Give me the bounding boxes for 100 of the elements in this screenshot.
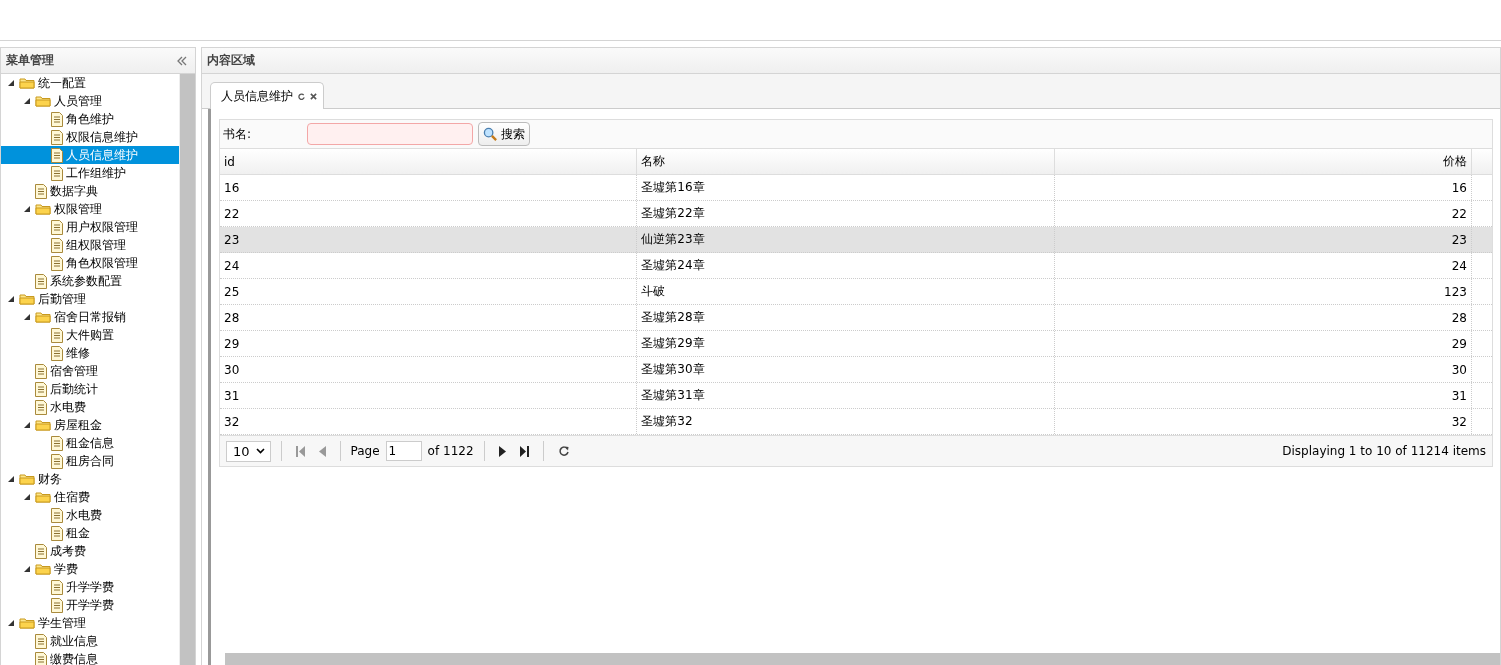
tree-item[interactable]: 宿舍日常报销 xyxy=(1,308,179,326)
tree-item[interactable]: 租金信息 xyxy=(1,434,179,452)
document-icon xyxy=(35,633,47,649)
last-page-icon[interactable] xyxy=(519,445,529,457)
tree-item[interactable]: 住宿费 xyxy=(1,488,179,506)
tree-label: 开学学费 xyxy=(66,596,114,614)
scrollbar[interactable] xyxy=(225,653,1500,665)
folder-icon xyxy=(19,472,35,486)
column-header[interactable]: id xyxy=(220,149,638,174)
folder-icon xyxy=(35,202,51,216)
table-row[interactable]: 16 圣墟第16章 16 xyxy=(220,175,1492,201)
table-row[interactable]: 23 仙逆第23章 23 xyxy=(220,227,1492,253)
tree-item[interactable]: 后勤统计 xyxy=(1,380,179,398)
tree-item[interactable]: 角色维护 xyxy=(1,110,179,128)
expand-arrow-icon[interactable] xyxy=(7,295,15,303)
expand-arrow-icon[interactable] xyxy=(7,619,15,627)
expand-arrow-icon[interactable] xyxy=(23,421,31,429)
tree-item[interactable]: 工作组维护 xyxy=(1,164,179,182)
tree-item[interactable]: 学费 xyxy=(1,560,179,578)
tree-item[interactable]: 租金 xyxy=(1,524,179,542)
page-count: of 1122 xyxy=(427,444,474,458)
tree-label: 权限管理 xyxy=(54,200,102,218)
next-page-icon[interactable] xyxy=(498,445,506,457)
expand-arrow-icon[interactable] xyxy=(23,565,31,573)
document-icon xyxy=(35,183,47,199)
tree-item[interactable]: 系统参数配置 xyxy=(1,272,179,290)
folder-icon xyxy=(19,292,35,306)
tree-item[interactable]: 角色权限管理 xyxy=(1,254,179,272)
tree-item[interactable]: 就业信息 xyxy=(1,632,179,650)
tree-label: 学生管理 xyxy=(38,614,86,632)
refresh-icon[interactable] xyxy=(557,445,570,457)
tree-label: 租房合同 xyxy=(66,452,114,470)
tab[interactable]: 人员信息维护 xyxy=(210,82,324,109)
folder-icon xyxy=(35,310,51,324)
close-icon[interactable] xyxy=(310,92,317,100)
document-icon xyxy=(51,435,63,451)
document-icon xyxy=(51,345,63,361)
tree-item[interactable]: 组权限管理 xyxy=(1,236,179,254)
tree-item[interactable]: 人员管理 xyxy=(1,92,179,110)
table-cell: 圣墟第30章 xyxy=(637,357,1055,382)
document-icon xyxy=(51,597,63,613)
folder-icon xyxy=(35,562,51,576)
table-row[interactable]: 24 圣墟第24章 24 xyxy=(220,253,1492,279)
tree-item[interactable]: 权限信息维护 xyxy=(1,128,179,146)
expand-arrow-icon[interactable] xyxy=(7,79,15,87)
collapse-icon[interactable] xyxy=(176,55,188,66)
tree-item[interactable]: 权限管理 xyxy=(1,200,179,218)
tree-label: 后勤统计 xyxy=(50,380,98,398)
expand-arrow-icon[interactable] xyxy=(23,97,31,105)
table-row[interactable]: 31 圣墟第31章 31 xyxy=(220,383,1492,409)
tree-item[interactable]: 用户权限管理 xyxy=(1,218,179,236)
search-button[interactable]: 搜索 xyxy=(478,122,530,146)
tree-item[interactable]: 开学学费 xyxy=(1,596,179,614)
tree-item[interactable]: 租房合同 xyxy=(1,452,179,470)
tab-label: 人员信息维护 xyxy=(221,87,293,105)
tree-label: 人员信息维护 xyxy=(66,146,138,164)
column-header[interactable]: 价格 xyxy=(1054,149,1472,174)
page-number-field[interactable]: 1 xyxy=(385,441,422,461)
tree-item[interactable]: 水电费 xyxy=(1,398,179,416)
tree-item[interactable]: 统一配置 xyxy=(1,74,179,92)
table-cell: 28 xyxy=(220,305,638,330)
expand-arrow-icon[interactable] xyxy=(23,313,31,321)
table-cell: 16 xyxy=(1054,175,1472,200)
tree-item[interactable]: 缴费信息 xyxy=(1,650,179,665)
table-cell: 24 xyxy=(1054,253,1472,278)
table-row[interactable]: 30 圣墟第30章 30 xyxy=(220,357,1492,383)
tree-item[interactable]: 升学学费 xyxy=(1,578,179,596)
document-icon xyxy=(35,381,47,397)
refresh-icon[interactable] xyxy=(298,92,305,100)
tree-item[interactable]: 宿舍管理 xyxy=(1,362,179,380)
tree-item[interactable]: 财务 xyxy=(1,470,179,488)
tree-item[interactable]: 学生管理 xyxy=(1,614,179,632)
tree-label: 维修 xyxy=(66,344,90,362)
tree-label: 统一配置 xyxy=(38,74,86,92)
expand-arrow-icon[interactable] xyxy=(23,205,31,213)
table-row[interactable]: 28 圣墟第28章 28 xyxy=(220,305,1492,331)
tree-item[interactable]: 数据字典 xyxy=(1,182,179,200)
tree-label: 宿舍日常报销 xyxy=(54,308,126,326)
table-row[interactable]: 25 斗破 123 xyxy=(220,279,1492,305)
table-cell: 28 xyxy=(1054,305,1472,330)
tree-item[interactable]: 水电费 xyxy=(1,506,179,524)
tree-item[interactable]: 成考费 xyxy=(1,542,179,560)
tree-item[interactable]: 大件购置 xyxy=(1,326,179,344)
tree-label: 租金信息 xyxy=(66,434,114,452)
tree-item[interactable]: 维修 xyxy=(1,344,179,362)
expand-arrow-icon[interactable] xyxy=(7,475,15,483)
tree-label: 缴费信息 xyxy=(50,650,98,665)
column-header[interactable]: 名称 xyxy=(637,149,1055,174)
tree-item[interactable]: 房屋租金 xyxy=(1,416,179,434)
table-row[interactable]: 29 圣墟第29章 29 xyxy=(220,331,1492,357)
search-field[interactable] xyxy=(307,123,473,145)
panel-title: 内容区域 xyxy=(207,52,255,69)
document-icon xyxy=(51,111,63,127)
table-cell: 23 xyxy=(220,227,638,252)
expand-arrow-icon[interactable] xyxy=(23,493,31,501)
page-size-select[interactable]: 10 xyxy=(226,440,271,462)
tree-item[interactable]: 后勤管理 xyxy=(1,290,179,308)
scrollbar[interactable] xyxy=(179,74,195,665)
tree-label: 水电费 xyxy=(66,506,102,524)
table-cell: 24 xyxy=(220,253,638,278)
